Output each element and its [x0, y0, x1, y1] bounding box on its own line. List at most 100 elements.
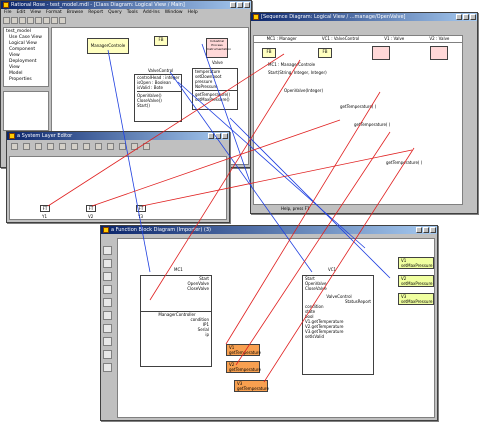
valve-control-class[interactable]: controlHead : integer isOpen : Boolean i… — [134, 74, 182, 122]
menu-file[interactable]: File — [4, 9, 12, 16]
menu-view[interactable]: View — [30, 9, 41, 16]
circle-icon[interactable] — [103, 337, 112, 346]
close-button[interactable] — [244, 2, 250, 8]
tree-item[interactable]: Deployment View — [6, 59, 46, 71]
tree-item[interactable]: Component View — [6, 47, 46, 59]
maximize-button[interactable] — [237, 2, 243, 8]
orange-box-v1[interactable]: V1 getTemperature — [226, 344, 261, 356]
input-icon[interactable] — [103, 259, 112, 268]
menu-addins[interactable]: Add-Ins — [143, 9, 160, 16]
tank-tool-icon[interactable] — [119, 143, 126, 150]
grid-icon[interactable] — [103, 350, 112, 359]
rose-menubar: File Edit View Format Browse Report Quer… — [1, 9, 251, 16]
vc1-block[interactable]: Start OpenValve CloseValve ValveControl … — [302, 275, 374, 375]
sequence-status: Help, press F1 — [281, 206, 310, 211]
fb-window: a Function Block Diagram (Importer) (3) … — [100, 225, 438, 421]
sequence-canvas[interactable]: MC1 : Manager VC1 : ValveControl V1 : Va… — [253, 35, 463, 205]
copy-icon[interactable] — [35, 17, 42, 24]
rose-titlebar[interactable]: Rational Rose - test_model.mdl - [Class … — [1, 1, 251, 9]
minimize-button[interactable] — [416, 227, 422, 233]
green-box-v3[interactable]: V3 setMaxPressure — [398, 293, 434, 305]
layer-title: a System Layer Editor — [17, 133, 73, 139]
menu-report[interactable]: Report — [88, 9, 103, 16]
seq-actor-label: MC1 : ManagerControle — [268, 62, 316, 67]
scroll-icon[interactable] — [103, 363, 112, 372]
menu-help[interactable]: Help — [188, 9, 198, 16]
lifeline-header: MC1 : Manager VC1 : ValveControl V1 : Va… — [254, 36, 462, 43]
orange-box-v3[interactable]: V3 getTemperature — [234, 380, 269, 392]
seq-msg-gettemp-2: getTemperature( ) — [354, 122, 391, 127]
sensor-tool-icon[interactable] — [71, 143, 78, 150]
pipe-tool-icon[interactable] — [83, 143, 90, 150]
mc1-input: ip — [205, 332, 209, 337]
close-button[interactable] — [222, 133, 228, 139]
pointer-tool-icon[interactable] — [23, 143, 30, 150]
device-tool-icon[interactable] — [35, 143, 42, 150]
lifeline-label: V2 : Valve — [429, 36, 450, 41]
output-icon[interactable] — [103, 272, 112, 281]
minimize-button[interactable] — [456, 14, 462, 20]
seq-actor-v2[interactable] — [430, 46, 448, 60]
menu-edit[interactable]: Edit — [17, 9, 26, 16]
green-box-v2[interactable]: V2 setMaxPressure — [398, 275, 434, 287]
valve-tool-icon[interactable] — [95, 143, 102, 150]
model-browser[interactable]: test_model Use Case View Logical View Co… — [3, 27, 49, 87]
seq-actor-vc1[interactable]: FB — [318, 48, 332, 58]
fb-palette — [103, 246, 113, 372]
text-icon[interactable] — [103, 311, 112, 320]
fb-class[interactable]: FB — [154, 36, 168, 46]
paste-icon[interactable] — [43, 17, 50, 24]
zoom-icon[interactable] — [103, 324, 112, 333]
menu-browse[interactable]: Browse — [67, 9, 83, 16]
save-icon[interactable] — [19, 17, 26, 24]
instance-box-y3[interactable]: FT — [136, 205, 146, 212]
layer-window-buttons — [208, 133, 228, 139]
fb-titlebar[interactable]: a Function Block Diagram (Importer) (3) — [101, 226, 437, 234]
new-icon[interactable] — [3, 17, 10, 24]
layer-titlebar[interactable]: a System Layer Editor — [7, 132, 229, 140]
bus-tool-icon[interactable] — [59, 143, 66, 150]
cut-icon[interactable] — [27, 17, 34, 24]
fb-window-buttons — [416, 227, 436, 233]
pointer-icon[interactable] — [103, 246, 112, 255]
green-box-v1[interactable]: V1 setMaxPressure — [398, 257, 434, 269]
menu-query[interactable]: Query — [108, 9, 122, 16]
maximize-button[interactable] — [423, 227, 429, 233]
link-tool-icon[interactable] — [47, 143, 54, 150]
fb-canvas[interactable]: MC1 Start OpenValve CloseValve ManagerCo… — [117, 238, 435, 418]
print-icon[interactable] — [51, 17, 58, 24]
minimize-button[interactable] — [208, 133, 214, 139]
maximize-button[interactable] — [215, 133, 221, 139]
instance-label-y3: Y3 — [138, 214, 143, 219]
layer-canvas[interactable]: FT Y1 FT V2 FT Y3 — [9, 156, 227, 220]
seq-actor-v1[interactable] — [372, 46, 390, 60]
sequence-titlebar[interactable]: [Sequence Diagram: Logical View / ...man… — [251, 13, 477, 21]
instance-box-v2[interactable]: FT — [86, 205, 96, 212]
seq-actor-mc1[interactable]: FB — [262, 48, 276, 58]
block-icon[interactable] — [103, 285, 112, 294]
orange-box-v2[interactable]: V2 getTemperature — [226, 361, 261, 373]
manager-class[interactable]: ManagerControle — [87, 38, 129, 54]
minimize-button[interactable] — [230, 2, 236, 8]
close-button[interactable] — [430, 227, 436, 233]
instance-box-y1[interactable]: FT — [40, 205, 50, 212]
browse-icon[interactable] — [59, 17, 66, 24]
valve-class-icon[interactable]: Industrial Process Instrumentation — [206, 38, 231, 58]
close-button[interactable] — [470, 14, 476, 20]
pump-tool-icon[interactable] — [107, 143, 114, 150]
menu-tools[interactable]: Tools — [127, 9, 138, 16]
tree-tool-icon[interactable] — [143, 143, 150, 150]
menu-window[interactable]: Window — [165, 9, 183, 16]
valve-attributes-box[interactable]: temperature setDownboot pressure NoPress… — [192, 68, 238, 110]
documentation-pane[interactable] — [3, 91, 49, 131]
maximize-button[interactable] — [463, 14, 469, 20]
tree-item[interactable]: Model Properties — [6, 71, 46, 83]
select-tool-icon[interactable] — [11, 143, 18, 150]
mc1-lower-block[interactable]: ManagerController condition IP1 Serial i… — [140, 311, 212, 367]
open-icon[interactable] — [11, 17, 18, 24]
menu-format[interactable]: Format — [46, 9, 62, 16]
lifeline-label: VC1 : ValveControl — [321, 36, 360, 41]
connect-icon[interactable] — [103, 298, 112, 307]
seq-window-buttons — [456, 14, 476, 20]
motor-tool-icon[interactable] — [131, 143, 138, 150]
